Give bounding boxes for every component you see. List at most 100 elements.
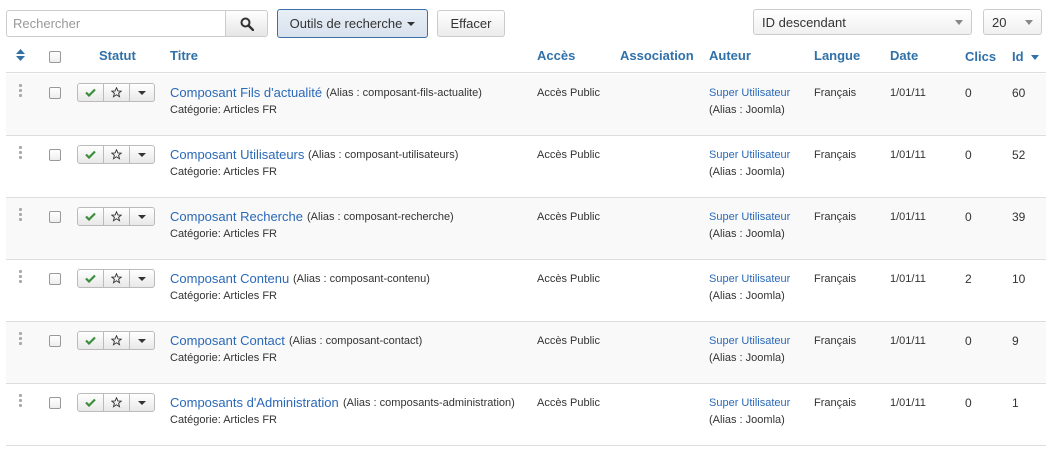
column-status[interactable]: Statut (99, 48, 136, 63)
status-button-group (77, 331, 155, 350)
sort-desc-icon (1031, 54, 1040, 60)
featured-toggle-button[interactable] (104, 394, 130, 411)
article-id: 10 (1012, 272, 1026, 286)
table-row: Composant Recherche (Alias : composant-r… (6, 198, 1046, 260)
drag-handle-icon[interactable] (19, 270, 23, 285)
article-title-link[interactable]: Composant Contact (170, 333, 285, 348)
limit-select[interactable]: 20 (983, 9, 1042, 35)
check-icon (85, 150, 96, 159)
column-access[interactable]: Accès (537, 48, 575, 63)
publish-toggle-button[interactable] (78, 208, 104, 225)
clear-button[interactable]: Effacer (437, 10, 505, 37)
article-category: Catégorie: Articles FR (170, 104, 277, 116)
drag-handle-icon[interactable] (19, 208, 23, 223)
publish-toggle-button[interactable] (78, 84, 104, 101)
article-date: 1/01/11 (890, 397, 926, 409)
article-hits: 0 (965, 148, 972, 162)
publish-toggle-button[interactable] (78, 394, 104, 411)
table-row: Composant Contenu (Alias : composant-con… (6, 260, 1046, 322)
article-alias: (Alias : composant-utilisateurs) (308, 149, 459, 161)
search-icon (240, 17, 254, 31)
article-hits: 0 (965, 210, 972, 224)
article-category: Catégorie: Articles FR (170, 166, 277, 178)
check-icon (85, 398, 96, 407)
article-title-link[interactable]: Composants d'Administration (170, 395, 339, 410)
actions-dropdown-button[interactable] (130, 394, 154, 411)
column-date[interactable]: Date (890, 48, 918, 63)
article-category: Catégorie: Articles FR (170, 228, 277, 240)
featured-toggle-button[interactable] (104, 332, 130, 349)
column-hits[interactable]: Clics (965, 49, 996, 64)
star-icon (111, 149, 122, 160)
row-checkbox[interactable] (49, 211, 61, 223)
author-link[interactable]: Super Utilisateur (709, 149, 790, 161)
article-title-link[interactable]: Composant Contenu (170, 271, 289, 286)
column-language[interactable]: Langue (814, 48, 860, 63)
chevron-down-icon (955, 19, 963, 25)
featured-toggle-button[interactable] (104, 270, 130, 287)
row-checkbox[interactable] (49, 335, 61, 347)
article-alias: (Alias : composant-contenu) (293, 273, 430, 285)
publish-toggle-button[interactable] (78, 332, 104, 349)
column-association[interactable]: Association (620, 48, 694, 63)
article-language: Français (814, 211, 857, 223)
actions-dropdown-button[interactable] (130, 84, 154, 101)
actions-dropdown-button[interactable] (130, 208, 154, 225)
article-language: Français (814, 335, 857, 347)
chevron-down-icon (1025, 19, 1033, 25)
drag-handle-icon[interactable] (19, 84, 23, 99)
publish-toggle-button[interactable] (78, 146, 104, 163)
publish-toggle-button[interactable] (78, 270, 104, 287)
article-title-link[interactable]: Composant Fils d'actualité (170, 85, 322, 100)
author-link[interactable]: Super Utilisateur (709, 211, 790, 223)
sort-select[interactable]: ID descendant (753, 9, 972, 35)
featured-toggle-button[interactable] (104, 84, 130, 101)
search-input[interactable] (6, 10, 225, 37)
column-id-label: Id (1012, 49, 1024, 64)
table-row: Composant Fils d'actualité (Alias : comp… (6, 74, 1046, 136)
column-title[interactable]: Titre (170, 48, 198, 63)
row-checkbox[interactable] (49, 273, 61, 285)
actions-dropdown-button[interactable] (130, 332, 154, 349)
actions-dropdown-button[interactable] (130, 146, 154, 163)
article-access: Accès Public (537, 87, 600, 99)
search-tools-label: Outils de recherche (289, 16, 403, 31)
article-access: Accès Public (537, 149, 600, 161)
row-checkbox[interactable] (49, 149, 61, 161)
star-icon (111, 87, 122, 98)
row-checkbox[interactable] (49, 87, 61, 99)
article-alias: (Alias : composant-contact) (289, 335, 423, 347)
article-access: Accès Public (537, 397, 600, 409)
article-title-link[interactable]: Composant Utilisateurs (170, 147, 304, 162)
article-title-link[interactable]: Composant Recherche (170, 209, 303, 224)
table-row: Composants d'Administration (Alias : com… (6, 384, 1046, 446)
actions-dropdown-button[interactable] (130, 270, 154, 287)
drag-handle-icon[interactable] (19, 332, 23, 347)
author-link[interactable]: Super Utilisateur (709, 87, 790, 99)
column-id[interactable]: Id (1012, 49, 1040, 64)
article-date: 1/01/11 (890, 335, 926, 347)
author-link[interactable]: Super Utilisateur (709, 335, 790, 347)
article-language: Français (814, 273, 857, 285)
author-link[interactable]: Super Utilisateur (709, 397, 790, 409)
limit-select-value: 20 (992, 14, 1007, 30)
author-link[interactable]: Super Utilisateur (709, 273, 790, 285)
column-author[interactable]: Auteur (709, 48, 751, 63)
article-language: Français (814, 87, 857, 99)
drag-handle-icon[interactable] (19, 146, 23, 161)
author-alias: (Alias : Joomla) (709, 290, 785, 302)
ordering-sort-icon[interactable] (16, 49, 25, 61)
article-hits: 0 (965, 396, 972, 410)
star-icon (111, 335, 122, 346)
star-icon (111, 397, 122, 408)
select-all-checkbox[interactable] (49, 51, 61, 63)
drag-handle-icon[interactable] (19, 394, 23, 409)
caret-down-icon (138, 276, 146, 281)
row-checkbox[interactable] (49, 397, 61, 409)
search-button[interactable] (225, 10, 268, 37)
featured-toggle-button[interactable] (104, 146, 130, 163)
article-category: Catégorie: Articles FR (170, 352, 277, 364)
featured-toggle-button[interactable] (104, 208, 130, 225)
status-button-group (77, 393, 155, 412)
search-tools-button[interactable]: Outils de recherche (277, 9, 428, 38)
